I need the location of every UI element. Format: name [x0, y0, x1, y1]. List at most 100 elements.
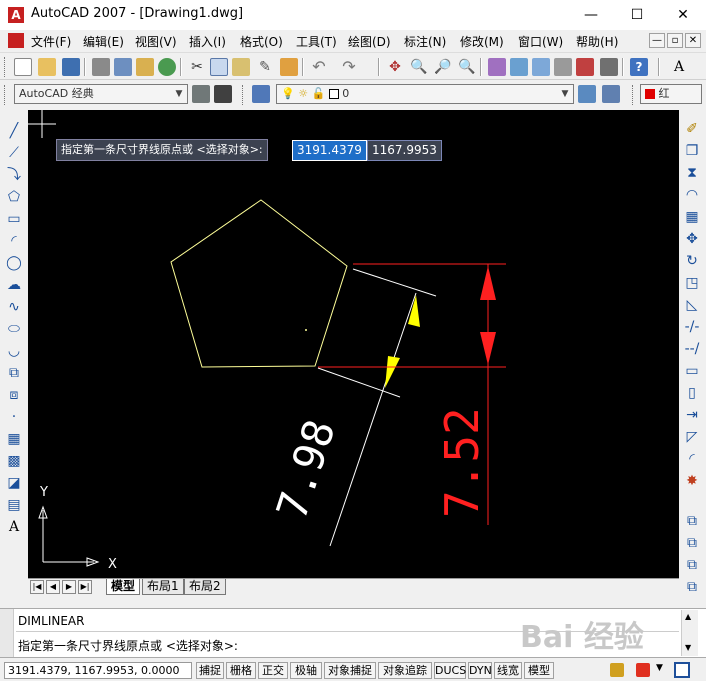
zoom-window-icon[interactable]: 🔎: [434, 58, 452, 76]
tab-model[interactable]: 模型: [106, 579, 141, 595]
tab-first-button[interactable]: |◀: [30, 580, 44, 594]
minimize-button[interactable]: —: [568, 0, 614, 30]
polyline-icon[interactable]: ⤵: [5, 166, 23, 184]
sheet-set-icon[interactable]: [554, 58, 572, 76]
scroll-up-icon[interactable]: ▲: [685, 612, 691, 621]
break-at-point-icon[interactable]: ▭: [683, 362, 701, 380]
insert-block-icon[interactable]: ⧉: [5, 364, 23, 382]
polar-toggle[interactable]: 极轴: [290, 662, 322, 679]
workspace-settings-icon[interactable]: [192, 85, 210, 103]
menu-tools[interactable]: 工具(T): [296, 33, 337, 50]
print-icon[interactable]: [92, 58, 110, 76]
join-icon[interactable]: ⇥: [683, 406, 701, 424]
layer-select[interactable]: 💡 ☼ 🔓 0 ▼: [276, 84, 574, 104]
menu-draw[interactable]: 绘图(D): [348, 33, 391, 50]
gradient-icon[interactable]: ▩: [5, 452, 23, 470]
plot-preview-icon[interactable]: [114, 58, 132, 76]
draworder-back-icon[interactable]: ⧉: [683, 534, 701, 552]
redo-icon[interactable]: ↷: [340, 58, 358, 76]
autocad-app-icon[interactable]: A: [8, 7, 24, 23]
menu-dimension[interactable]: 标注(N): [404, 33, 446, 50]
tab-next-button[interactable]: ▶: [62, 580, 76, 594]
tab-layout2[interactable]: 布局2: [184, 579, 226, 595]
model-space-toggle[interactable]: 模型: [524, 662, 554, 679]
chamfer-icon[interactable]: ◸: [683, 428, 701, 446]
clean-screen-icon[interactable]: [674, 662, 690, 678]
explode-icon[interactable]: ✸: [683, 472, 701, 490]
break-icon[interactable]: ▯: [683, 384, 701, 402]
line-icon[interactable]: ╱: [5, 122, 23, 140]
point-icon[interactable]: ·: [5, 408, 23, 426]
draworder-front-icon[interactable]: ⧉: [683, 512, 701, 530]
trim-icon[interactable]: -/-: [683, 318, 701, 336]
rectangle-icon[interactable]: ▭: [5, 210, 23, 228]
command-scrollbar[interactable]: ▲ ▼: [681, 610, 698, 656]
command-prompt-line[interactable]: 指定第一条尺寸界线原点或 <选择对象>:: [18, 637, 238, 654]
drawing-canvas[interactable]: 7.98 7.52 Y X 指定第一条尺寸界线原点或 <选择对象>: 3191.…: [28, 110, 679, 578]
tab-layout1[interactable]: 布局1: [142, 579, 184, 595]
block-editor-icon[interactable]: [280, 58, 298, 76]
multiline-text-icon[interactable]: A: [5, 518, 23, 536]
dyn-toggle[interactable]: DYN: [468, 662, 492, 679]
layer-previous-icon[interactable]: [602, 85, 620, 103]
status-menu-chevron-icon[interactable]: ▼: [656, 663, 663, 673]
dynamic-input-x-field[interactable]: 3191.4379: [292, 140, 367, 161]
dynamic-input-y-field[interactable]: 1167.9953: [367, 140, 442, 161]
scroll-down-icon[interactable]: ▼: [685, 643, 691, 652]
snap-toggle[interactable]: 捕捉: [196, 662, 224, 679]
tab-prev-button[interactable]: ◀: [46, 580, 60, 594]
ortho-toggle[interactable]: 正交: [258, 662, 288, 679]
lock-toolbars-icon[interactable]: [610, 663, 624, 677]
rotate-icon[interactable]: ↻: [683, 252, 701, 270]
scale-icon[interactable]: ◳: [683, 274, 701, 292]
tab-last-button[interactable]: ▶|: [78, 580, 92, 594]
mirror-icon[interactable]: ⧗: [683, 164, 701, 182]
paste-icon[interactable]: [232, 58, 250, 76]
text-style-icon[interactable]: A: [670, 58, 688, 76]
properties-icon[interactable]: [488, 58, 506, 76]
copy-icon[interactable]: [210, 58, 228, 76]
table-icon[interactable]: ▤: [5, 496, 23, 514]
lineweight-toggle[interactable]: 线宽: [494, 662, 522, 679]
undo-icon[interactable]: ↶: [310, 58, 328, 76]
color-select[interactable]: 红: [640, 84, 702, 104]
tool-palettes-icon[interactable]: [532, 58, 550, 76]
circle-icon[interactable]: ◯: [5, 254, 23, 272]
erase-icon[interactable]: ✐: [683, 120, 701, 138]
communication-center-icon[interactable]: [636, 663, 650, 677]
construction-line-icon[interactable]: ⟋: [5, 144, 23, 162]
toolbar-grip[interactable]: [242, 85, 245, 105]
close-button[interactable]: ✕: [660, 0, 706, 30]
toolbar-grip[interactable]: [632, 85, 635, 105]
zoom-previous-icon[interactable]: 🔍: [458, 58, 476, 76]
menu-file[interactable]: 文件(F): [31, 33, 71, 50]
workspace-save-icon[interactable]: [214, 85, 232, 103]
help-icon[interactable]: ?: [630, 58, 648, 76]
pan-icon[interactable]: ✥: [386, 58, 404, 76]
workspace-select[interactable]: AutoCAD 经典 ▼: [14, 84, 188, 104]
osnap-toggle[interactable]: 对象捕捉: [324, 662, 376, 679]
calculator-icon[interactable]: [600, 58, 618, 76]
draworder-under-icon[interactable]: ⧉: [683, 578, 701, 596]
3d-dwf-icon[interactable]: [158, 58, 176, 76]
linear-dimension[interactable]: 7.52: [318, 263, 506, 525]
extend-icon[interactable]: --/: [683, 340, 701, 358]
doc-close-button[interactable]: ✕: [685, 33, 701, 48]
offset-icon[interactable]: ◠: [683, 186, 701, 204]
menu-modify[interactable]: 修改(M): [460, 33, 504, 50]
stretch-icon[interactable]: ◺: [683, 296, 701, 314]
draworder-above-icon[interactable]: ⧉: [683, 556, 701, 574]
doc-restore-button[interactable]: ▫: [667, 33, 683, 48]
arc-icon[interactable]: ◜: [5, 232, 23, 250]
ducs-toggle[interactable]: DUCS: [434, 662, 466, 679]
region-icon[interactable]: ◪: [5, 474, 23, 492]
fillet-icon[interactable]: ◜: [683, 450, 701, 468]
menu-view[interactable]: 视图(V): [135, 33, 177, 50]
command-window-grip[interactable]: [0, 609, 14, 657]
coordinates-display[interactable]: 3191.4379, 1167.9953, 0.0000: [4, 662, 192, 679]
ellipse-icon[interactable]: ⬭: [5, 320, 23, 338]
publish-icon[interactable]: [136, 58, 154, 76]
open-file-icon[interactable]: [38, 58, 56, 76]
new-file-icon[interactable]: [14, 58, 32, 76]
aligned-dimension[interactable]: 7.98: [267, 268, 437, 547]
